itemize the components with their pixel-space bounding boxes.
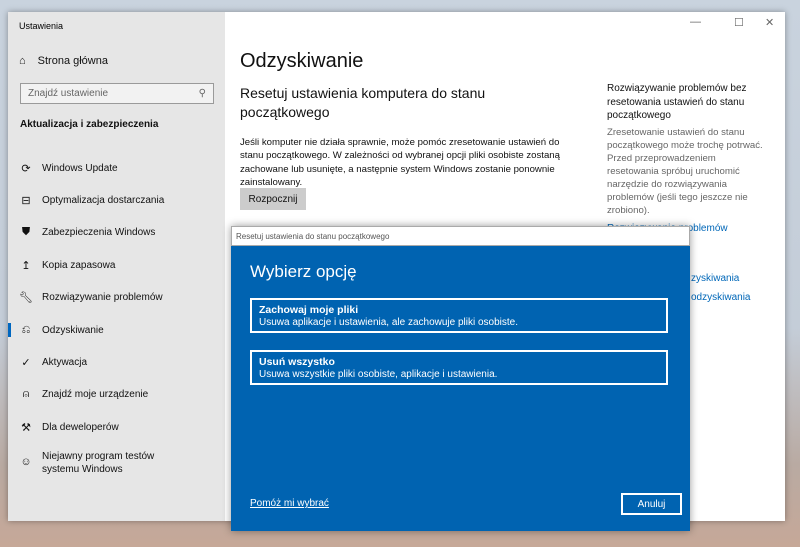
keep-files-option[interactable]: Zachowaj moje pliki Usuwa aplikacje i ust… [250,298,668,333]
close-icon[interactable]: ✕ [765,16,774,29]
page-title: Odzyskiwanie [240,50,364,72]
dialog-title: Resetuj ustawienia do stanu początkowego [231,226,690,246]
delivery-icon: ⊟ [21,195,31,208]
advanced-recovery-link-partial[interactable]: odzyskiwania [691,292,750,303]
app-title: Ustawienia [19,21,64,31]
search-input[interactable]: Znajdź ustawienie ⚲ [20,83,214,104]
insider-icon: ☺ [20,455,32,468]
search-icon: ⚲ [198,88,206,99]
recovery-link-partial[interactable]: zyskiwania [691,273,739,284]
right-panel-desc: Zresetowanie ustawień do stanu początkow… [607,126,763,216]
search-placeholder: Znajdź ustawienie [28,88,109,99]
reset-description: Jeśli komputer nie działa sprawnie, może… [240,137,560,188]
sidebar-item-security[interactable]: ⛊ Zabezpieczenia Windows [8,217,225,249]
sidebar-item-find-device[interactable]: ⍝ Znajdź moje urządzenie [8,379,225,411]
reset-heading: Resetuj ustawienia komputera do stanu po… [240,85,486,120]
remove-everything-option[interactable]: Usuń wszystko Usuwa wszystkie pliki osobi… [250,350,668,385]
recovery-icon: ⎌ [21,323,31,336]
item-label: Windows Update [42,162,118,174]
developer-icon: ⚒ [21,421,31,434]
option-desc: Usuwa wszystkie pliki osobiste, aplikacj… [259,368,498,380]
minimize-icon[interactable]: — [690,16,701,28]
item-label: Optymalizacja dostarczania [42,195,165,207]
shield-icon: ⛊ [21,226,31,239]
help-me-choose-link[interactable]: Pomóż mi wybrać [250,498,329,509]
refresh-icon: ⟳ [21,162,31,175]
section-heading: Aktualizacja i zabezpieczenia [20,119,159,130]
item-label: Znajdź moje urządzenie [42,389,149,401]
option-title: Zachowaj moje pliki [259,303,359,316]
dialog-heading: Wybierz opcję [250,262,357,281]
item-label: Aktywacja [42,357,88,369]
check-circle-icon: ✓ [21,357,31,370]
start-button[interactable]: Rozpocznij [240,188,306,210]
cancel-button[interactable]: Anuluj [621,493,682,515]
right-panel: Rozwiązywanie problemów bez resetowania … [607,82,767,234]
item-label: Odzyskiwanie [42,324,104,336]
home-icon: ⌂ [19,55,26,67]
sidebar-item-delivery[interactable]: ⊟ Optymalizacja dostarczania [8,184,225,216]
sidebar-home[interactable]: ⌂ Strona główna [19,55,108,67]
sidebar-item-backup[interactable]: ↥ Kopia zapasowa [8,249,225,281]
wrench-icon: 🔧︎ [19,292,33,305]
item-label: Zabezpieczenia Windows [42,227,156,239]
item-label: Dla deweloperów [42,421,119,433]
backup-icon: ↥ [21,259,31,272]
sidebar-item-insider[interactable]: ☺ Niejawny program testów systemu Windows [8,444,225,486]
sidebar-item-windows-update[interactable]: ⟳ Windows Update [8,152,225,184]
maximize-icon[interactable]: ☐ [734,16,744,29]
sidebar-item-troubleshoot[interactable]: 🔧︎ Rozwiązywanie problemów [8,282,225,314]
sidebar-nav: ⟳ Windows Update ⊟ Optymalizacja dostarcza… [8,152,225,486]
item-label: Rozwiązywanie problemów [42,292,163,304]
option-desc: Usuwa aplikacje i ustawienia, ale zachow… [259,316,519,328]
find-device-icon: ⍝ [22,388,30,401]
item-label: Kopia zapasowa [42,259,116,271]
sidebar-item-recovery[interactable]: ⎌ Odzyskiwanie [8,314,225,346]
item-label: Niejawny program testów systemu Windows [42,450,155,475]
sidebar-item-activation[interactable]: ✓ Aktywacja [8,346,225,378]
reset-dialog: Resetuj ustawienia do stanu początkowego… [231,226,690,531]
sidebar: Ustawienia ⌂ Strona główna Znajdź ustawie… [8,12,225,521]
sidebar-item-developers[interactable]: ⚒ Dla deweloperów [8,411,225,443]
right-panel-title: Rozwiązywanie problemów bez resetowania … [607,83,747,121]
option-title: Usuń wszystko [259,355,335,368]
home-label: Strona główna [37,55,108,67]
